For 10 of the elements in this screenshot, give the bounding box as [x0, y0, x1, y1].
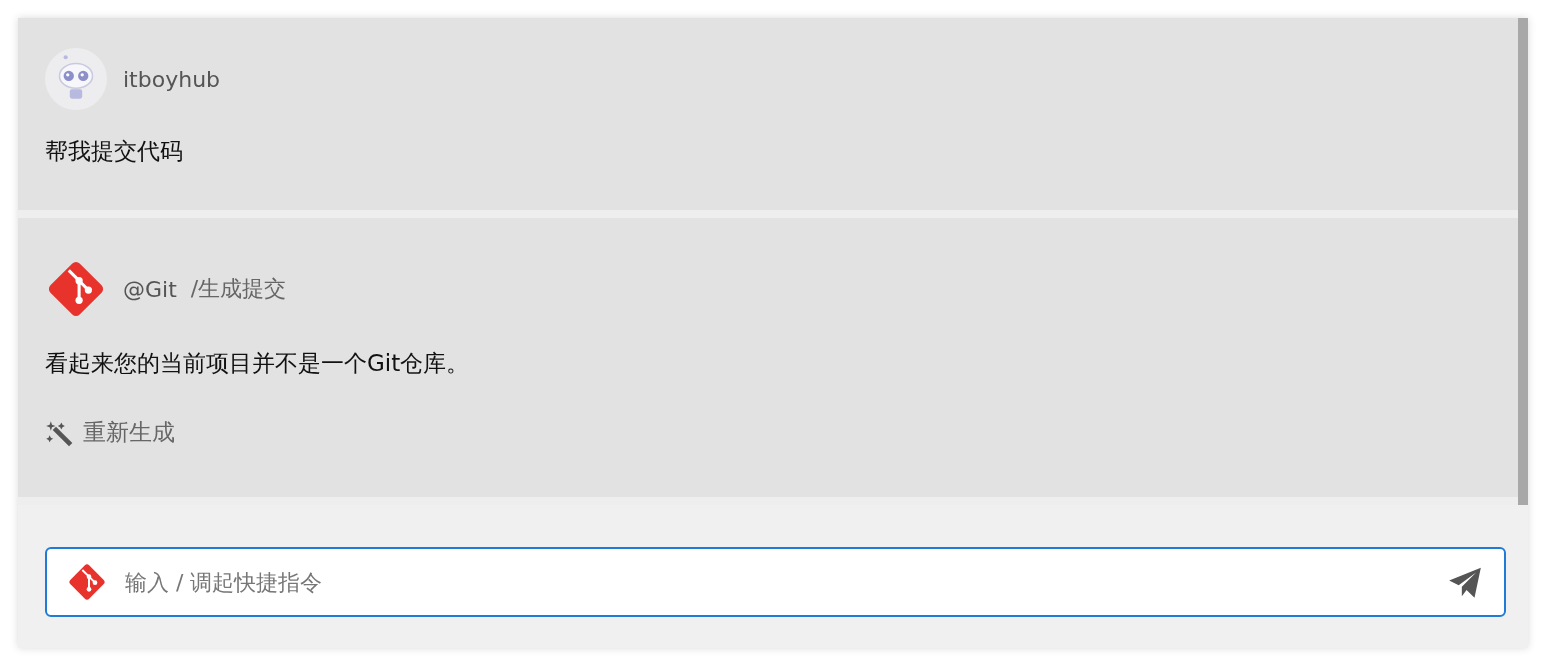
- message-text: 看起来您的当前项目并不是一个Git仓库。: [45, 349, 471, 378]
- message-field[interactable]: 输入 / 调起快捷指令: [45, 547, 1506, 617]
- regenerate-button[interactable]: 重新生成: [45, 417, 175, 448]
- scrollbar-thumb[interactable]: [1518, 18, 1528, 505]
- author-name: itboyhub: [123, 66, 221, 92]
- command-label: /生成提交: [190, 275, 287, 303]
- author-name: @Git: [123, 276, 177, 302]
- message-text: 帮我提交代码: [45, 137, 184, 166]
- robot-avatar-icon: [45, 48, 107, 110]
- message-input[interactable]: 输入 / 调起快捷指令: [123, 568, 1446, 596]
